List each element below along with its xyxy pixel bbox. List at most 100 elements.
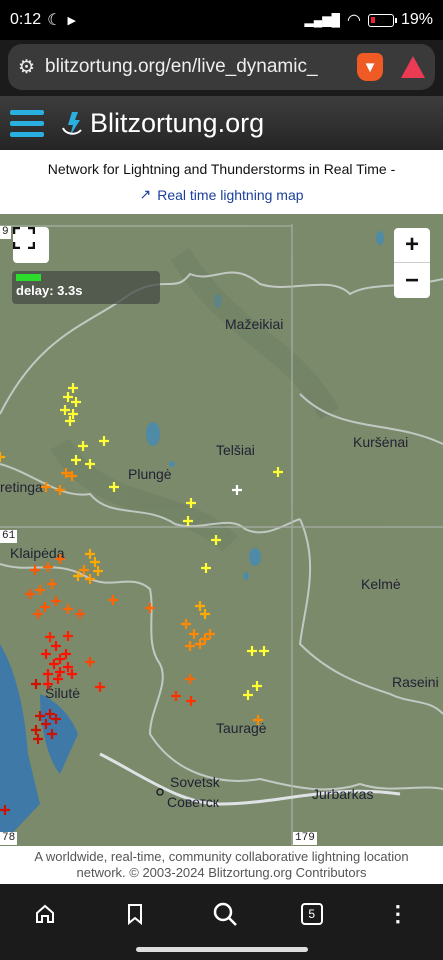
lightning-strike-marker <box>68 383 78 393</box>
lightning-strike-marker <box>109 482 119 492</box>
lightning-strike-marker <box>78 441 88 451</box>
site-logo[interactable]: Blitzortung.org <box>58 106 264 140</box>
lightning-logo-icon <box>62 112 82 136</box>
lightning-strike-marker <box>195 639 205 649</box>
lightning-strike-marker <box>63 392 73 402</box>
lightning-strike-marker <box>108 595 118 605</box>
lightning-strike-marker <box>55 654 65 664</box>
lightning-strike-marker <box>33 734 43 744</box>
lightning-strike-marker <box>61 649 71 659</box>
lightning-strike-marker <box>259 646 269 656</box>
lightning-strike-marker <box>95 682 105 692</box>
battery-icon <box>367 13 397 27</box>
lightning-strike-marker <box>200 609 210 619</box>
clock: 0:12 <box>10 11 42 28</box>
lightning-strike-marker <box>243 690 253 700</box>
bookmark-icon[interactable] <box>120 899 150 929</box>
more-options-icon[interactable]: ⋮ <box>383 899 413 929</box>
moon-icon: ☾ <box>47 12 62 29</box>
wifi-icon: ◠ <box>347 12 361 29</box>
lightning-strike-marker <box>99 436 109 446</box>
tabs-button[interactable]: 5 <box>300 903 323 925</box>
lightning-strike-marker <box>63 604 73 614</box>
lightning-strike-marker <box>31 725 41 735</box>
lightning-strike-marker <box>55 667 65 677</box>
menu-icon[interactable] <box>10 109 44 137</box>
lightning-strike-marker <box>232 485 242 495</box>
lightning-strike-marker <box>47 729 57 739</box>
search-icon[interactable] <box>210 899 240 929</box>
lightning-strike-marker <box>85 574 95 584</box>
browser-bottom-bar: 5 ⋮ <box>0 884 443 960</box>
lightning-strike-marker <box>30 565 40 575</box>
lightning-strike-marker <box>43 669 53 679</box>
lightning-strike-marker <box>252 681 262 691</box>
lightning-strike-marker <box>183 516 193 526</box>
lightning-strike-marker <box>45 709 55 719</box>
page-subtitle: Network for Lightning and Thunderstorms … <box>47 161 396 177</box>
lightning-strike-marker <box>85 549 95 559</box>
lightning-strike-marker <box>43 562 53 572</box>
realtime-map-link-label: Real time lightning map <box>157 186 304 203</box>
lightning-strike-marker <box>25 589 35 599</box>
lightning-strike-marker <box>71 455 81 465</box>
brave-shields-icon[interactable]: ▼ <box>357 53 383 81</box>
lightning-strike-marker <box>35 711 45 721</box>
lightning-strike-marker <box>43 679 53 689</box>
site-name: Blitzortung.org <box>90 107 265 138</box>
lightning-strike-marker <box>75 609 85 619</box>
lightning-strike-marker <box>185 674 195 684</box>
play-icon: ▶ <box>67 14 76 27</box>
lightning-strike-marker <box>195 601 205 611</box>
lightning-strike-marker <box>41 482 51 492</box>
signal-icon: ▂▄▆█ <box>304 13 340 27</box>
lightning-strike-marker <box>0 452 5 462</box>
footer-note: A worldwide, real-time, community collab… <box>0 846 443 884</box>
lightning-strike-marker <box>71 397 81 407</box>
lightning-strike-marker <box>31 679 41 689</box>
lightning-strike-marker <box>200 634 210 644</box>
realtime-map-link[interactable]: ↗ Real time lightning map <box>139 186 303 203</box>
lightning-strike-marker <box>0 805 10 815</box>
lightning-strike-marker <box>185 641 195 651</box>
site-header: Blitzortung.org <box>0 96 443 150</box>
lightning-strike-marker <box>55 554 65 564</box>
lightning-strikes-layer <box>0 383 283 815</box>
lightning-strike-marker <box>63 631 73 641</box>
city-marker <box>156 788 164 796</box>
brave-rewards-icon[interactable] <box>401 56 425 78</box>
lightning-strike-marker <box>35 585 45 595</box>
home-icon[interactable] <box>30 899 60 929</box>
lightning-strike-marker <box>51 596 61 606</box>
lightning-strike-marker <box>90 557 100 567</box>
external-link-icon: ↗ <box>139 186 152 202</box>
lightning-strike-marker <box>41 649 51 659</box>
lightning-strike-marker <box>40 602 50 612</box>
lightning-strike-marker <box>253 715 263 725</box>
lightning-strike-marker <box>41 719 51 729</box>
lightning-strike-marker <box>55 485 65 495</box>
lightning-strike-marker <box>211 535 221 545</box>
lightning-strike-marker <box>51 641 61 651</box>
lightning-strike-marker <box>73 571 83 581</box>
lightning-strike-marker <box>186 498 196 508</box>
footer-line-1: A worldwide, real-time, community collab… <box>34 849 409 864</box>
home-indicator <box>136 947 308 952</box>
site-settings-icon[interactable]: ⚙ <box>18 56 35 79</box>
lightning-strike-marker <box>45 632 55 642</box>
lightning-strike-marker <box>51 714 61 724</box>
lightning-strike-marker <box>189 629 199 639</box>
lightning-strike-marker <box>53 674 63 684</box>
lightning-strike-marker <box>85 657 95 667</box>
lightning-strike-marker <box>47 579 57 589</box>
address-bar[interactable]: ⚙ blitzortung.org/en/live_dynamic_ ▼ <box>8 44 435 90</box>
lightning-map[interactable]: + − delay: 3.3s Mažeikiai Telšiai Kuršėn… <box>0 214 443 846</box>
subtitle-area: Network for Lightning and Thunderstorms … <box>0 150 443 214</box>
footer-line-2: network. © 2003-2024 Blitzortung.org Con… <box>76 865 367 880</box>
lightning-strike-marker <box>273 467 283 477</box>
url-text[interactable]: blitzortung.org/en/live_dynamic_ <box>45 56 347 78</box>
lightning-strike-marker <box>85 459 95 469</box>
lightning-strike-marker <box>171 691 181 701</box>
lightning-strike-marker <box>33 609 43 619</box>
status-bar: 0:12 ☾ ▶ ▂▄▆█ ◠ 19% <box>0 0 443 40</box>
